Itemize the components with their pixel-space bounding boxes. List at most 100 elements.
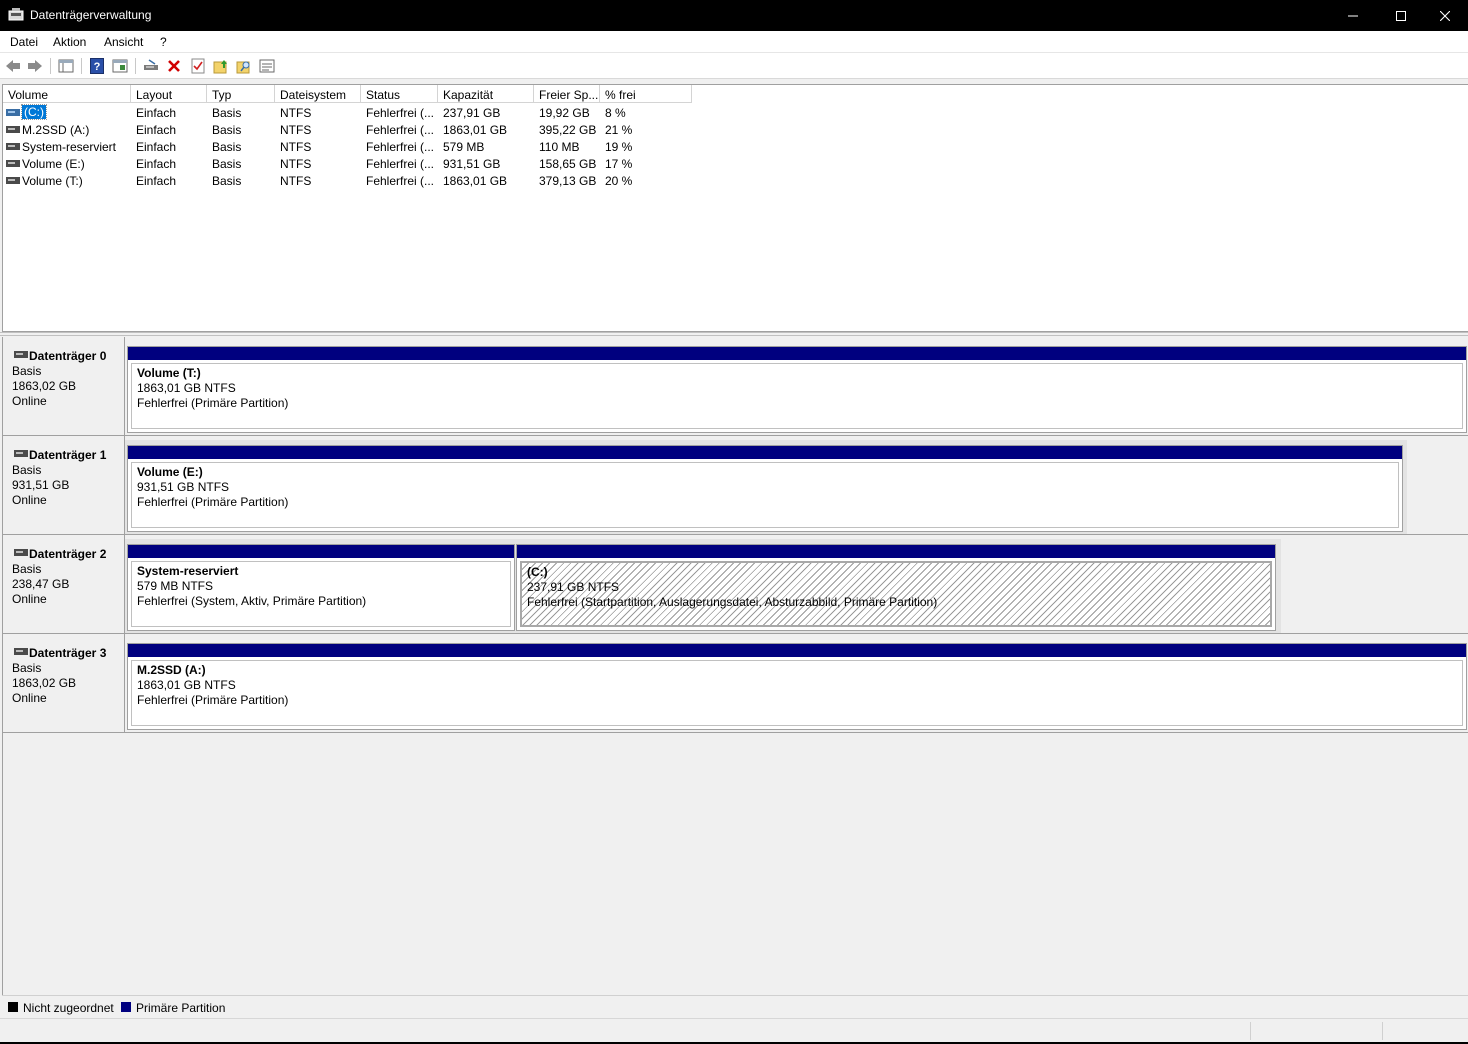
partition-name: System-reserviert	[137, 564, 239, 578]
partition-body: Volume (T:) 1863,01 GB NTFS Fehlerfrei (…	[131, 363, 1463, 429]
volume-free: 395,22 GB	[539, 123, 597, 137]
volume-fs: NTFS	[280, 157, 312, 171]
volume-layout: Einfach	[136, 157, 177, 171]
table-row[interactable]: Volume (T:) Einfach Basis NTFS Fehlerfre…	[3, 172, 703, 189]
close-button[interactable]	[1422, 0, 1468, 31]
table-row[interactable]: (C:) Einfach Basis NTFS Fehlerfrei (... …	[3, 104, 703, 121]
folder-up-icon	[213, 60, 227, 74]
folder-up-button[interactable]	[212, 57, 230, 75]
menu-datei[interactable]: Datei	[10, 35, 38, 49]
primary-partition-bar	[128, 446, 1402, 459]
column-header-typ[interactable]: Typ	[207, 85, 275, 103]
settings-panel-button[interactable]	[258, 57, 276, 75]
menu-help[interactable]: ?	[160, 35, 167, 49]
table-row[interactable]: System-reserviert Einfach Basis NTFS Feh…	[3, 138, 703, 155]
disk-label[interactable]: Datenträger 3 Basis 1863,02 GB Online	[3, 634, 125, 732]
partition-size: 579 MB NTFS	[137, 579, 214, 593]
partition-volume-t[interactable]: Volume (T:) 1863,01 GB NTFS Fehlerfrei (…	[127, 346, 1467, 433]
partition-body: M.2SSD (A:) 1863,01 GB NTFS Fehlerfrei (…	[131, 660, 1463, 726]
disk-graphical-view: Datenträger 0 Basis 1863,02 GB Online Vo…	[2, 337, 1468, 995]
disk-label[interactable]: Datenträger 1 Basis 931,51 GB Online	[3, 436, 125, 534]
volume-layout: Einfach	[136, 123, 177, 137]
disk-drive-icon	[14, 450, 28, 457]
primary-partition-bar	[517, 545, 1275, 558]
disk-name: Datenträger 2	[29, 547, 107, 561]
disk-state: Online	[12, 592, 47, 606]
forward-button[interactable]	[26, 57, 44, 75]
disk-row: Datenträger 3 Basis 1863,02 GB Online M.…	[3, 634, 1468, 733]
disk-row: Datenträger 2 Basis 238,47 GB Online Sys…	[3, 535, 1468, 634]
volume-name: Volume (E:)	[22, 157, 85, 171]
disk-state: Online	[12, 394, 47, 408]
menu-ansicht[interactable]: Ansicht	[104, 35, 143, 49]
disk-type: Basis	[12, 463, 42, 477]
folder-search-icon	[236, 61, 250, 74]
primary-partition-bar	[128, 347, 1466, 360]
column-header-status[interactable]: Status	[361, 85, 438, 103]
partition-system-reserved[interactable]: System-reserviert 579 MB NTFS Fehlerfrei…	[127, 544, 515, 631]
minimize-button[interactable]	[1330, 0, 1376, 31]
partition-status: Fehlerfrei (System, Aktiv, Primäre Parti…	[137, 594, 367, 608]
volume-icon	[6, 177, 20, 184]
status-divider	[1250, 1022, 1251, 1040]
volume-typ: Basis	[212, 106, 242, 120]
volume-capacity: 1863,01 GB	[443, 123, 508, 137]
volume-free: 19,92 GB	[539, 106, 590, 120]
volume-name: (C:)	[21, 104, 47, 120]
partition-status: Fehlerfrei (Primäre Partition)	[137, 495, 289, 509]
partition-volume-e[interactable]: Volume (E:) 931,51 GB NTFS Fehlerfrei (P…	[127, 445, 1403, 532]
partition-name: Volume (T:)	[137, 366, 201, 380]
volume-fs: NTFS	[280, 123, 312, 137]
volume-typ: Basis	[212, 174, 242, 188]
primary-partition-bar	[128, 644, 1466, 657]
window-title: Datenträgerverwaltung	[30, 8, 152, 22]
column-header-volume[interactable]: Volume	[3, 85, 131, 103]
partition-c-selected[interactable]: (C:) 237,91 GB NTFS Fehlerfrei (Startpar…	[516, 544, 1276, 631]
help-button[interactable]: ?	[88, 57, 106, 75]
disk-label[interactable]: Datenträger 0 Basis 1863,02 GB Online	[3, 337, 125, 435]
connect-disk-button[interactable]	[142, 57, 160, 75]
volume-layout: Einfach	[136, 174, 177, 188]
pane-splitter[interactable]	[0, 332, 1468, 336]
partition-m2ssd-a[interactable]: M.2SSD (A:) 1863,01 GB NTFS Fehlerfrei (…	[127, 643, 1467, 730]
check-button[interactable]	[189, 57, 207, 75]
menu-aktion[interactable]: Aktion	[53, 35, 86, 49]
volume-pct-free: 21 %	[605, 123, 633, 137]
volume-name: Volume (T:)	[22, 174, 83, 188]
volume-pct-free: 20 %	[605, 174, 633, 188]
legend: Nicht zugeordnet Primäre Partition	[2, 995, 1468, 1017]
table-row[interactable]: M.2SSD (A:) Einfach Basis NTFS Fehlerfre…	[3, 121, 703, 138]
settings-panel-icon	[259, 59, 275, 73]
column-header-kapazitaet[interactable]: Kapazität	[438, 85, 534, 103]
partition-size: 931,51 GB NTFS	[137, 480, 230, 494]
disk-size: 1863,02 GB	[12, 379, 77, 393]
column-header-prozent-frei[interactable]: % frei	[600, 85, 692, 103]
partition-status: Fehlerfrei (Startpartition, Auslagerungs…	[527, 595, 938, 609]
table-row[interactable]: Volume (E:) Einfach Basis NTFS Fehlerfre…	[3, 155, 703, 172]
volume-typ: Basis	[212, 140, 242, 154]
volume-status: Fehlerfrei (...	[366, 174, 435, 188]
volume-fs: NTFS	[280, 106, 312, 120]
folder-search-button[interactable]	[235, 57, 253, 75]
connect-disk-icon	[144, 59, 158, 70]
console-tree-button[interactable]	[57, 57, 75, 75]
back-button[interactable]	[4, 57, 22, 75]
disk-label[interactable]: Datenträger 2 Basis 238,47 GB Online	[3, 535, 125, 633]
volume-fs: NTFS	[280, 140, 312, 154]
primary-partition-bar	[128, 545, 514, 558]
disk-type: Basis	[12, 562, 42, 576]
toolbar: ?	[0, 53, 1468, 79]
column-header-layout[interactable]: Layout	[131, 85, 207, 103]
column-header-freier-speicher[interactable]: Freier Sp...	[534, 85, 600, 103]
volume-capacity: 237,91 GB	[443, 106, 501, 120]
volume-fs: NTFS	[280, 174, 312, 188]
maximize-button[interactable]	[1378, 0, 1424, 31]
delete-button[interactable]	[165, 57, 183, 75]
properties-view-button[interactable]	[111, 57, 129, 75]
volume-icon	[6, 126, 20, 133]
partition-size: 1863,01 GB NTFS	[137, 678, 236, 692]
column-header-dateisystem[interactable]: Dateisystem	[275, 85, 361, 103]
delete-icon	[168, 60, 180, 72]
partition-name: M.2SSD (A:)	[137, 663, 206, 677]
close-icon	[1440, 10, 1450, 21]
